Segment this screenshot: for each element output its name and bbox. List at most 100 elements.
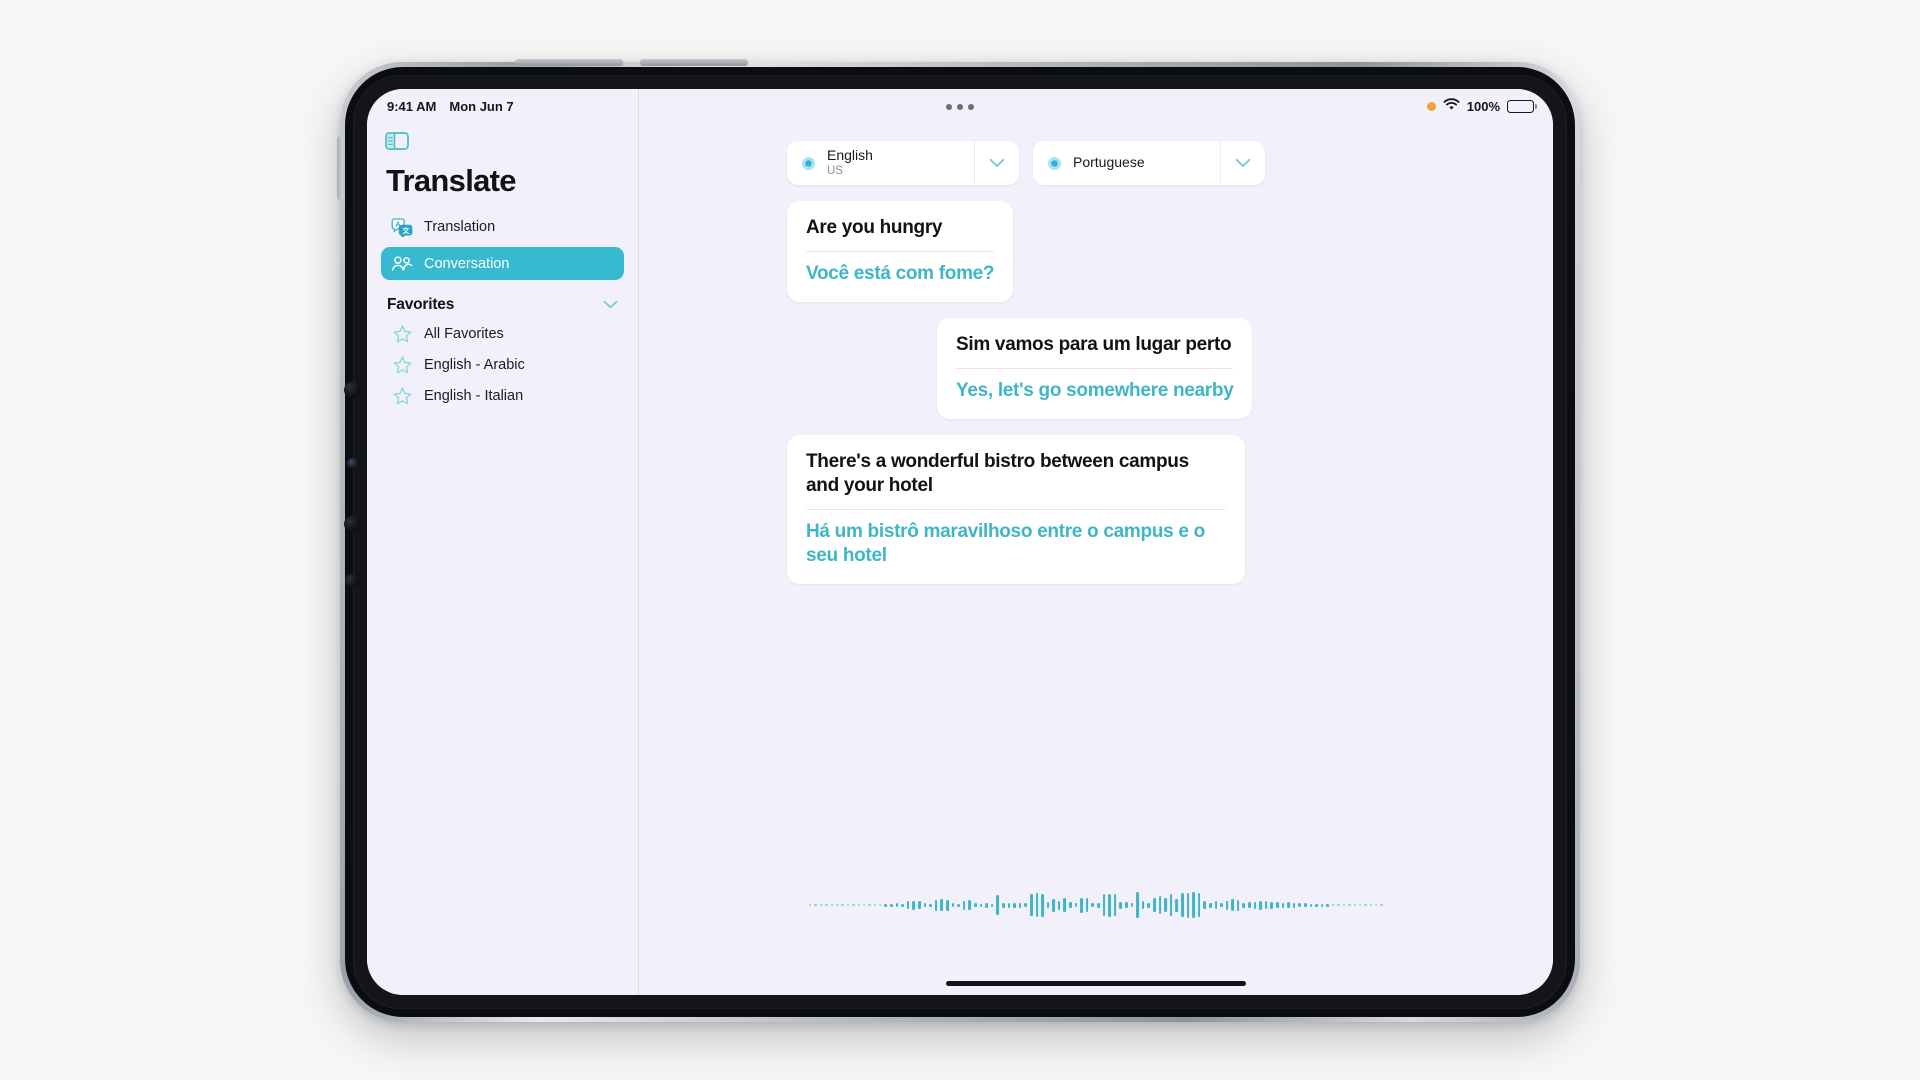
waveform-bar <box>1220 903 1223 907</box>
conversation-bubble[interactable]: Are you hungry Você está com fome? <box>787 201 1014 302</box>
sidebar: Translate A 文 Translation Conversation F… <box>367 89 639 995</box>
power-button[interactable] <box>337 136 343 200</box>
waveform-bar <box>1364 903 1367 907</box>
waveform-bar <box>1113 894 1117 916</box>
waveform-bar <box>1013 902 1016 908</box>
waveform-bar <box>1136 892 1139 918</box>
waveform-bar <box>1214 901 1218 909</box>
waveform-bar <box>846 903 850 907</box>
favorites-item-english-italian[interactable]: English - Italian <box>381 380 624 411</box>
star-icon <box>391 324 413 344</box>
conversation-bubble[interactable]: There's a wonderful bistro between campu… <box>787 434 1245 584</box>
ipad-device: 9:41 AM Mon Jun 7 100% Translate A 文 Tra… <box>337 59 1580 1022</box>
page-title: Translate <box>386 163 517 198</box>
favorites-item-label: English - Italian <box>424 387 524 404</box>
waveform-bar <box>1304 903 1307 907</box>
chevron-down-icon[interactable] <box>603 296 618 314</box>
waveform-bar <box>1332 903 1335 907</box>
status-bar-left: 9:41 AM Mon Jun 7 <box>387 99 514 114</box>
waveform-bar <box>1169 894 1173 916</box>
waveform-bar <box>1085 898 1089 912</box>
conversation-row: Are you hungry Você está com fome? <box>787 201 1513 302</box>
waveform-bar <box>979 903 983 907</box>
conversation-row: Sim vamos para um lugar perto Yes, let's… <box>787 317 1513 419</box>
waveform-bar <box>990 903 994 907</box>
home-indicator[interactable] <box>946 981 1246 986</box>
bubble-translation-text: Há um bistrô maravilhoso entre o campus … <box>806 520 1205 566</box>
waveform-bar <box>1197 893 1201 917</box>
mic-in-use-icon <box>1426 101 1436 111</box>
waveform-bar <box>1225 900 1229 910</box>
waveform-bar <box>940 899 944 911</box>
waveform-bar <box>951 903 955 907</box>
front-camera-icon <box>344 382 360 398</box>
chevron-down-icon[interactable] <box>1221 158 1265 168</box>
waveform-bar <box>1018 902 1022 908</box>
conversation-row: There's a wonderful bistro between campu… <box>787 434 1513 584</box>
waveform-bar <box>1253 901 1257 909</box>
waveform-bar <box>1046 902 1050 908</box>
waveform-bar <box>1147 902 1151 908</box>
waveform-bar <box>1108 893 1111 917</box>
chevron-down-icon[interactable] <box>975 158 1019 168</box>
sidebar-item-translation[interactable]: A 文 Translation <box>381 211 624 243</box>
waveform-bar <box>1342 903 1346 907</box>
source-language-selector[interactable]: English US <box>787 141 1019 185</box>
waveform-bar <box>1320 903 1324 907</box>
wifi-icon <box>1443 98 1460 114</box>
waveform-bar <box>814 903 817 907</box>
waveform-bar <box>825 903 828 907</box>
favorites-item-label: All Favorites <box>424 325 504 342</box>
favorites-list: All Favorites English - Arabic English -… <box>381 318 624 411</box>
source-language-name: English <box>827 147 873 164</box>
source-language-region: US <box>827 164 843 177</box>
ir-emitter-icon <box>345 574 359 588</box>
waveform-bar <box>819 903 823 907</box>
waveform-bar <box>1080 897 1083 913</box>
waveform-bar <box>809 903 812 907</box>
language-selector-bar: English US Portuguese <box>787 141 1265 185</box>
conversation-list: Are you hungry Você está com fome? Sim v… <box>787 201 1513 600</box>
target-language-selector[interactable]: Portuguese <box>1033 141 1265 185</box>
waveform-bar <box>1192 892 1195 918</box>
multitask-dots-icon[interactable] <box>946 104 974 110</box>
waveform-bar <box>1375 903 1378 907</box>
waveform-bar <box>1270 901 1274 909</box>
waveform-bar <box>1035 893 1039 917</box>
divider <box>956 367 1234 369</box>
listening-waveform[interactable] <box>809 885 1383 925</box>
waveform-bar <box>1119 901 1123 909</box>
waveform-bar <box>1024 903 1027 907</box>
target-language-text: Portuguese <box>1073 154 1220 171</box>
waveform-bar <box>1326 903 1330 907</box>
favorites-section-header[interactable]: Favorites <box>387 296 618 314</box>
favorites-item-all[interactable]: All Favorites <box>381 318 624 349</box>
waveform-bar <box>1141 901 1145 909</box>
status-time: 9:41 AM <box>387 98 437 114</box>
volume-down-button[interactable] <box>640 59 748 66</box>
waveform-bar <box>1203 901 1206 909</box>
waveform-bar <box>996 895 999 915</box>
divider <box>806 250 995 252</box>
waveform-bar <box>1380 903 1383 907</box>
waveform-bar <box>1153 898 1156 912</box>
favorites-item-label: English - Arabic <box>424 356 525 373</box>
sidebar-item-conversation[interactable]: Conversation <box>381 247 624 280</box>
favorites-item-english-arabic[interactable]: English - Arabic <box>381 349 624 380</box>
translation-icon: A 文 <box>391 217 413 237</box>
waveform-bar <box>1264 901 1268 909</box>
waveform-bar <box>1102 894 1106 916</box>
waveform-bar <box>934 899 938 911</box>
waveform-bar <box>1125 902 1128 908</box>
waveform-bar <box>1259 900 1262 910</box>
volume-up-button[interactable] <box>515 59 623 66</box>
waveform-bar <box>974 903 977 907</box>
conversation-bubble[interactable]: Sim vamos para um lugar perto Yes, let's… <box>937 317 1253 419</box>
sidebar-toggle-icon[interactable] <box>385 131 409 151</box>
conversation-people-icon <box>391 254 413 274</box>
waveform-bar <box>1063 898 1067 912</box>
waveform-bar <box>1052 898 1055 912</box>
waveform-bar <box>830 903 834 907</box>
waveform-bar <box>946 899 949 911</box>
dot <box>968 104 974 110</box>
